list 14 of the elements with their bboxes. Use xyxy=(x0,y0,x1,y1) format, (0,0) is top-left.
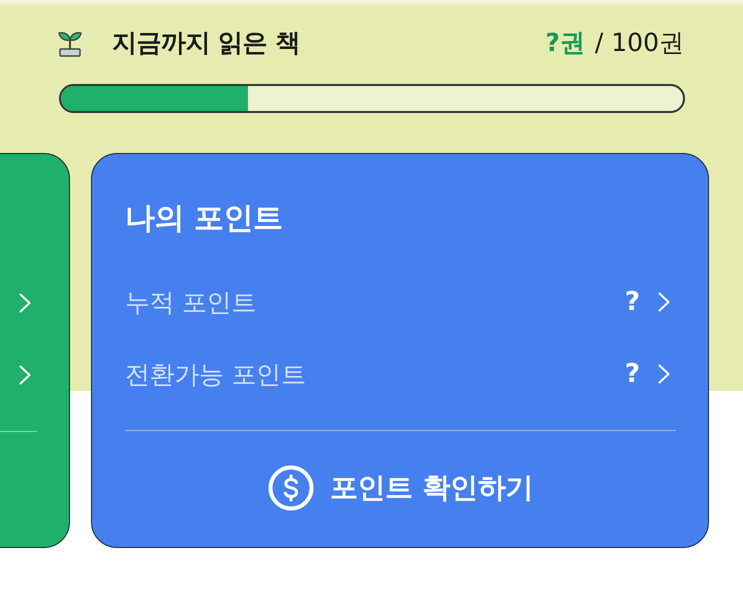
card-title: 나의 포인트 xyxy=(125,200,284,238)
total-count: / 100권 xyxy=(594,26,684,58)
point-value: ? xyxy=(624,359,640,389)
point-value: ? xyxy=(624,287,640,317)
dollar-icon xyxy=(268,465,314,511)
chevron-right-icon[interactable] xyxy=(658,364,670,384)
point-label: 누적 포인트 xyxy=(125,286,256,318)
check-points-button[interactable]: 포인트 확인하기 xyxy=(256,461,546,515)
chevron-right-icon[interactable] xyxy=(19,293,31,313)
point-label: 전환가능 포인트 xyxy=(125,358,306,390)
chevron-right-icon[interactable] xyxy=(19,365,31,385)
section-title: 지금까지 읽은 책 xyxy=(112,26,300,58)
read-count: ?권 xyxy=(545,26,585,58)
chevron-right-icon[interactable] xyxy=(658,292,670,312)
